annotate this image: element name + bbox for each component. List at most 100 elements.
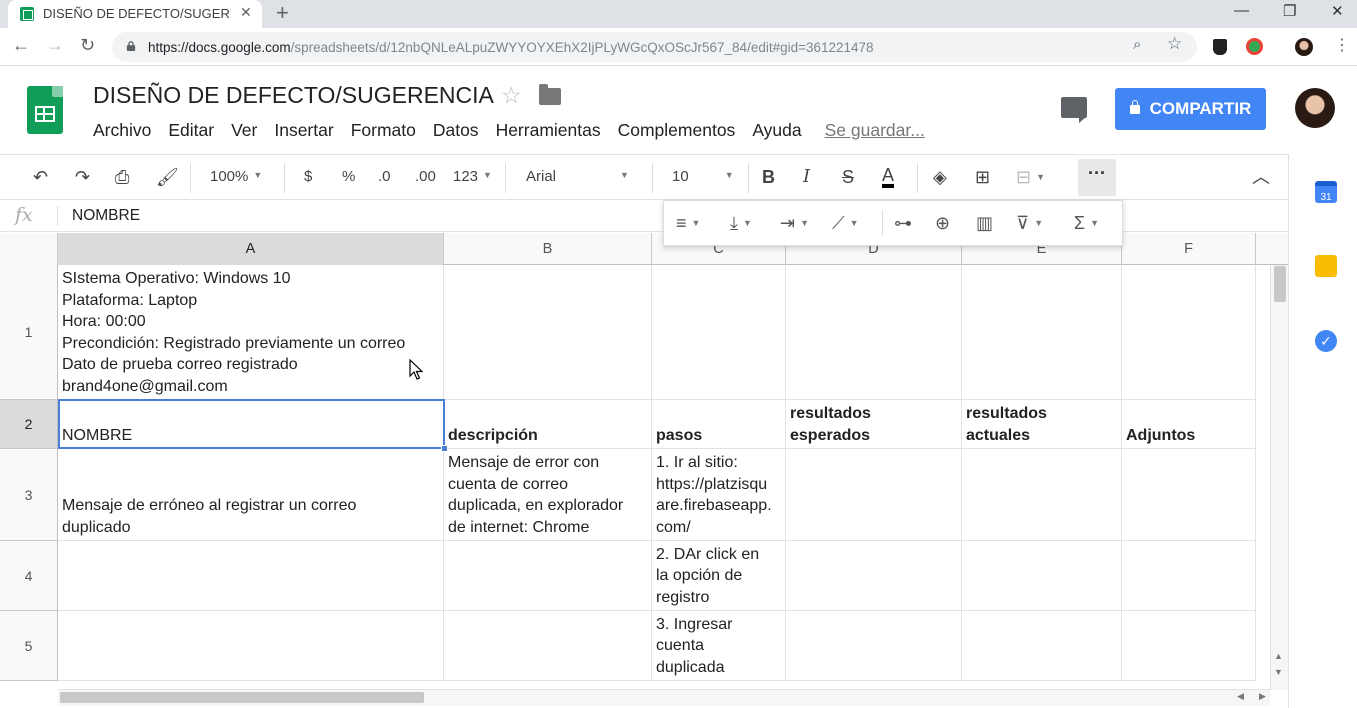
back-icon[interactable]: ← [12, 35, 30, 56]
menu-ver[interactable]: Ver [231, 120, 257, 141]
address-bar[interactable]: https://docs.google.com/spreadsheets/d/1… [112, 32, 1197, 62]
select-all-corner[interactable] [0, 233, 58, 265]
decrease-decimal-button[interactable]: .0 [378, 168, 391, 185]
cell-c2[interactable]: pasos [652, 400, 786, 449]
cell-d4[interactable] [786, 541, 962, 611]
more-options-button[interactable]: ··· [1078, 159, 1116, 196]
row-header-5[interactable]: 5 [0, 611, 58, 681]
redo-icon[interactable]: ↷ [75, 166, 90, 188]
cell-b2[interactable]: descripción [444, 400, 652, 449]
zoom-select[interactable]: 100% ▼ [210, 168, 262, 185]
share-button[interactable]: COMPARTIR [1115, 88, 1266, 130]
new-tab-button[interactable]: + [276, 1, 289, 25]
currency-format-button[interactable]: $ [304, 168, 312, 185]
scroll-right-icon[interactable]: ▶ [1259, 691, 1266, 702]
text-rotation-icon[interactable]: ⟋ ▼ [832, 212, 859, 234]
window-close-icon[interactable]: ✕ [1331, 2, 1344, 20]
cell-f3[interactable] [1122, 449, 1256, 541]
font-size-select[interactable]: 10 ▼ [672, 168, 740, 185]
cell-e4[interactable] [962, 541, 1122, 611]
cell-c3[interactable]: 1. Ir al sitio: https://platzisqu are.fire… [652, 449, 786, 541]
vertical-align-icon[interactable]: ⤓ ▼ [730, 212, 752, 234]
print-icon[interactable]: ⎙ [115, 166, 129, 188]
scroll-down-icon[interactable]: ▼ [1274, 667, 1283, 677]
profile-avatar-icon[interactable] [1295, 38, 1313, 56]
cell-c1[interactable] [652, 265, 786, 400]
tab-close-icon[interactable]: ✕ [240, 4, 252, 21]
cell-c5[interactable]: 3. Ingresar cuenta duplicada [652, 611, 786, 681]
row-header-1[interactable]: 1 [0, 265, 58, 400]
filter-icon[interactable]: ⊽ ▼ [1016, 212, 1043, 234]
cell-a4[interactable] [58, 541, 444, 611]
functions-icon[interactable]: Σ ▼ [1074, 212, 1099, 234]
bold-button[interactable]: B [762, 166, 775, 188]
vertical-scroll-thumb[interactable] [1274, 266, 1286, 302]
fill-handle[interactable] [441, 445, 448, 452]
paint-format-icon[interactable]: 🖌︎ [156, 166, 179, 188]
cell-e1[interactable] [962, 265, 1122, 400]
increase-decimal-button[interactable]: .00 [415, 168, 436, 185]
bookmark-star-icon[interactable]: ☆ [1167, 34, 1182, 54]
cell-a3[interactable]: Mensaje de erróneo al registrar un corre… [58, 449, 444, 541]
row-header-3[interactable]: 3 [0, 449, 58, 541]
text-wrap-icon[interactable]: ⇥ ▼ [780, 212, 809, 234]
row-header-2[interactable]: 2 [0, 400, 58, 449]
minimize-icon[interactable]: — [1234, 2, 1249, 19]
more-formats-select[interactable]: 123 ▼ [453, 168, 492, 185]
borders-icon[interactable]: ⊞ [975, 166, 990, 188]
calendar-icon[interactable]: 31 [1315, 181, 1337, 203]
keep-icon[interactable] [1315, 255, 1337, 277]
fill-color-icon[interactable]: ◈ [933, 166, 947, 188]
browser-menu-icon[interactable]: ⋮ [1334, 35, 1350, 55]
menu-insertar[interactable]: Insertar [274, 120, 333, 141]
cell-d2[interactable]: resultados esperados [786, 400, 962, 449]
collapse-toolbar-icon[interactable]: ︿ [1252, 166, 1270, 188]
menu-archivo[interactable]: Archivo [93, 120, 151, 141]
cell-c4[interactable]: 2. DAr click en la opción de registro [652, 541, 786, 611]
insert-comment-icon[interactable]: ⊕ [935, 212, 950, 234]
folder-icon[interactable] [539, 84, 561, 105]
extension-g-icon[interactable] [1246, 38, 1263, 55]
cell-b5[interactable] [444, 611, 652, 681]
menu-formato[interactable]: Formato [351, 120, 416, 141]
cell-d1[interactable] [786, 265, 962, 400]
vertical-scrollbar[interactable] [1270, 265, 1288, 690]
cell-d5[interactable] [786, 611, 962, 681]
star-icon[interactable]: ☆ [501, 82, 522, 109]
row-header-4[interactable]: 4 [0, 541, 58, 611]
insert-chart-icon[interactable]: ▥ [976, 212, 993, 234]
italic-button[interactable]: I [803, 166, 810, 188]
cell-b3[interactable]: Mensaje de error con cuenta de correo dupl… [444, 449, 652, 541]
cell-f2[interactable]: Adjuntos [1122, 400, 1256, 449]
menu-herramientas[interactable]: Herramientas [496, 120, 601, 141]
browser-tab[interactable]: DISEÑO DE DEFECTO/SUGERENC ✕ [8, 0, 262, 28]
extension-shield-icon[interactable] [1213, 39, 1227, 55]
user-avatar[interactable] [1295, 88, 1335, 128]
restore-icon[interactable]: ❐ [1283, 2, 1296, 20]
column-header-a[interactable]: A [58, 233, 444, 265]
percent-format-button[interactable]: % [342, 168, 355, 185]
horizontal-align-icon[interactable]: ≡ ▼ [676, 212, 700, 234]
sheets-logo-icon[interactable] [27, 86, 63, 134]
document-title[interactable]: DISEÑO DE DEFECTO/SUGERENCIA [93, 82, 494, 109]
menu-ayuda[interactable]: Ayuda [752, 120, 801, 141]
column-header-b[interactable]: B [444, 233, 652, 265]
cell-f1[interactable] [1122, 265, 1256, 400]
undo-icon[interactable]: ↶ [33, 166, 48, 188]
cell-f4[interactable] [1122, 541, 1256, 611]
menu-datos[interactable]: Datos [433, 120, 479, 141]
column-header-f[interactable]: F [1122, 233, 1256, 265]
text-color-button[interactable]: A [882, 166, 895, 188]
cell-e3[interactable] [962, 449, 1122, 541]
cell-a5[interactable] [58, 611, 444, 681]
cell-b4[interactable] [444, 541, 652, 611]
cell-f5[interactable] [1122, 611, 1256, 681]
cell-a1[interactable]: SIstema Operativo: Windows 10 Plataforma:… [58, 265, 444, 400]
menu-complementos[interactable]: Complementos [618, 120, 736, 141]
cell-e5[interactable] [962, 611, 1122, 681]
cell-e2[interactable]: resultados actuales [962, 400, 1122, 449]
insert-link-icon[interactable]: ⊶ [894, 212, 912, 234]
merge-cells-icon[interactable]: ⊟ ▼ [1016, 166, 1045, 188]
cell-d3[interactable] [786, 449, 962, 541]
tasks-icon[interactable]: ✓ [1315, 330, 1337, 352]
